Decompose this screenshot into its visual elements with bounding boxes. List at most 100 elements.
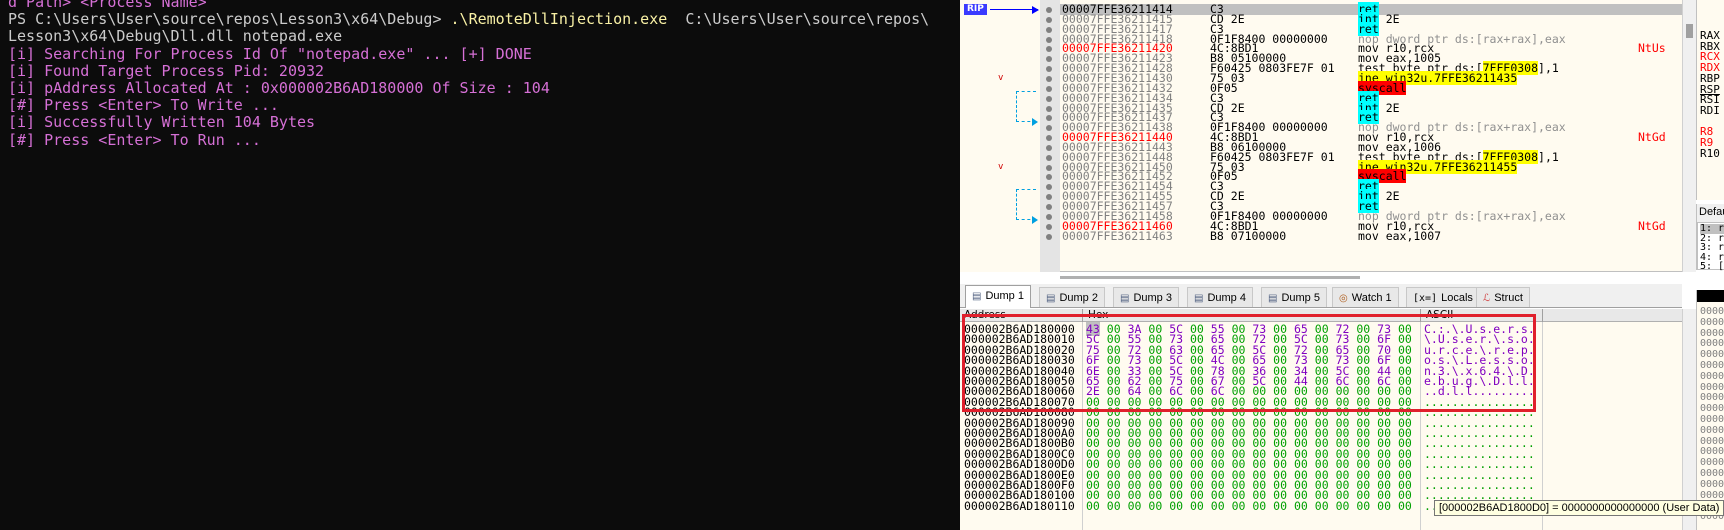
hex-byte[interactable]: 00 — [1211, 499, 1225, 513]
breakpoint-dot[interactable] — [1046, 26, 1052, 33]
breakpoint-dot[interactable] — [1046, 105, 1052, 112]
hex-byte[interactable]: 00 — [1273, 499, 1287, 513]
hex-byte[interactable]: 00 — [1232, 499, 1246, 513]
tab-label: Locals — [1441, 292, 1473, 304]
tab-dump-5[interactable]: ▤ Dump 5 — [1261, 287, 1327, 307]
debugger-window: RIP 00007FFE36211414 C3 ret 00007FFE3621141… — [960, 0, 1724, 530]
call-convention-label: Default — [1699, 206, 1724, 218]
stack-entry: 0000 — [1700, 381, 1724, 393]
locals-icon: [x=] — [1413, 293, 1438, 304]
column-separator — [1542, 309, 1543, 322]
stack-entry: 0000 — [1700, 360, 1724, 371]
hex-byte[interactable]: 00 — [1398, 499, 1412, 513]
tab-watch-1[interactable]: ◎ Watch 1 — [1332, 287, 1399, 307]
hex-byte[interactable]: 00 — [1086, 499, 1100, 513]
breakpoint-dot[interactable] — [1046, 36, 1052, 43]
cpu-horizontal-scrollbar[interactable] — [1060, 276, 1360, 279]
hex-byte[interactable]: 00 — [1107, 499, 1121, 513]
terminal-window[interactable]: d Path> <Process Name> PS C:\Users\User\s… — [0, 0, 960, 530]
dump-icon: ▤ — [972, 291, 982, 302]
hex-byte[interactable]: 00 — [1377, 499, 1391, 513]
stack-entry: 0000 — [1700, 414, 1724, 425]
rip-label: RIP — [964, 4, 987, 15]
instruction-bytes: B8 07100000 — [1210, 228, 1287, 243]
terminal-segment: .\RemoteDllInjection.exe — [450, 10, 668, 29]
hex-byte[interactable]: 00 — [1252, 499, 1266, 513]
instruction-address: 00007FFE36211463 — [1062, 228, 1173, 243]
watch-icon: ◎ — [1339, 293, 1348, 304]
stack-entry: 0000 — [1700, 306, 1724, 317]
jump-marker: v — [998, 72, 1004, 83]
instruction-token: mov eax,1007 — [1358, 228, 1442, 243]
breakpoint-dot[interactable] — [1046, 213, 1052, 220]
hex-byte[interactable]: 00 — [1336, 499, 1350, 513]
breakpoint-dot[interactable] — [1046, 85, 1052, 92]
register-name[interactable]: RDI — [1700, 105, 1720, 116]
hex-byte[interactable]: 00 — [1128, 499, 1142, 513]
dump-address: 000002B6AD180110 — [964, 498, 1075, 513]
address-column-header[interactable]: Address — [964, 310, 1006, 321]
tab-dump-2[interactable]: ▤ Dump 2 — [1039, 287, 1105, 307]
tab-label: Dump 4 — [1207, 292, 1246, 304]
column-separator — [1082, 309, 1083, 322]
jump-arrow-gutter: RIP — [960, 0, 1040, 272]
terminal-line: [i] Successfully Written 104 Bytes — [8, 113, 316, 132]
stack-entry: 0000 — [1700, 489, 1724, 501]
tab-label: Dump 3 — [1133, 292, 1172, 304]
hex-byte[interactable]: 00 — [1294, 499, 1308, 513]
tab-label: Dump 1 — [985, 290, 1024, 302]
stack-entry: 0000 — [1700, 435, 1724, 447]
breakpoint-dot[interactable] — [1046, 233, 1052, 240]
breakpoint-dot[interactable] — [1046, 95, 1052, 102]
breakpoint-dot[interactable] — [1046, 223, 1052, 230]
breakpoint-dot[interactable] — [1046, 144, 1052, 151]
tab-dump-4[interactable]: ▤ Dump 4 — [1187, 287, 1253, 307]
tab-dump-3[interactable]: ▤ Dump 3 — [1113, 287, 1179, 307]
breakpoint-dot[interactable] — [1046, 154, 1052, 161]
terminal-segment: C:\Users\User\source\repos\ — [667, 10, 930, 29]
breakpoint-dot[interactable] — [1046, 204, 1052, 210]
stack-entry: 0000 — [1700, 446, 1724, 458]
tab-struct[interactable]: ℒ Struct — [1476, 287, 1530, 307]
breakpoint-dot[interactable] — [1046, 7, 1052, 13]
call-convention-box: Default 1: rc2: rd3: r84: r95: [r — [1696, 204, 1724, 272]
dump-icon: ▤ — [1268, 293, 1278, 304]
tab-label: Dump 5 — [1281, 292, 1320, 304]
stack-entry: 0000 — [1700, 468, 1724, 479]
hex-byte[interactable]: 00 — [1356, 499, 1370, 513]
dump-scrollbar[interactable] — [1682, 309, 1696, 530]
jump-arrow-head — [1032, 216, 1038, 224]
tab-dump-1[interactable]: ▤ Dump 1 — [965, 285, 1031, 308]
hex-column-header[interactable]: Hex — [1088, 310, 1108, 321]
breakpoint-dot[interactable] — [1046, 16, 1052, 23]
tab-locals[interactable]: [x=] Locals — [1406, 287, 1480, 307]
scroll-thumb[interactable] — [1686, 24, 1693, 38]
hex-byte[interactable]: 00 — [1148, 499, 1162, 513]
breakpoint-dot[interactable] — [1046, 75, 1052, 82]
hex-byte[interactable]: 00 — [1315, 499, 1329, 513]
breakpoint-dot[interactable] — [1046, 164, 1052, 171]
memory-dump-pane[interactable]: Address Hex ASCII 000002B6AD180000 43 00 … — [960, 309, 1682, 530]
stack-header — [1697, 290, 1724, 302]
terminal-line: PS C:\Users\User\source\repos\Lesson3\x6… — [8, 10, 929, 29]
stack-entry: 0000 — [1700, 392, 1724, 404]
registers-pane[interactable]: RAX RBX RCX RDX RBP RSP RSI RDI R8 R9 R10 — [1696, 0, 1724, 200]
breakpoint-dot[interactable] — [1046, 135, 1052, 142]
disassembly-row[interactable]: 00007FFE36211463 B8 07100000 mov eax,1007 — [1046, 228, 1682, 243]
hex-byte[interactable]: 00 — [1190, 499, 1204, 513]
tab-label: Dump 2 — [1059, 292, 1098, 304]
stack-pane[interactable]: 0000 0000 0000 0000 0000 0000 0000 0000 0000 0000… — [1696, 290, 1724, 530]
argument-item[interactable]: 5: [r — [1700, 262, 1724, 272]
register-name[interactable]: R10 — [1700, 148, 1720, 159]
dump-icon: ▤ — [1046, 293, 1056, 304]
stack-entry: 0000 — [1700, 338, 1724, 350]
arguments-list[interactable]: 1: rc2: rd3: r84: r95: [r — [1697, 222, 1724, 272]
hex-byte[interactable]: 00 — [1169, 499, 1183, 513]
dump-header: Address Hex ASCII — [960, 309, 1682, 322]
ascii-column-header[interactable]: ASCII — [1426, 310, 1453, 321]
stack-entry: 0000 — [1700, 327, 1724, 339]
terminal-line: [i] pAddress Allocated At : 0x000002B6AD… — [8, 79, 550, 97]
cpu-disassembly-pane[interactable]: RIP 00007FFE36211414 C3 ret 00007FFE3621141… — [960, 0, 1682, 272]
cpu-scrollbar[interactable] — [1682, 0, 1696, 272]
dump-icon: ▤ — [1120, 293, 1130, 304]
